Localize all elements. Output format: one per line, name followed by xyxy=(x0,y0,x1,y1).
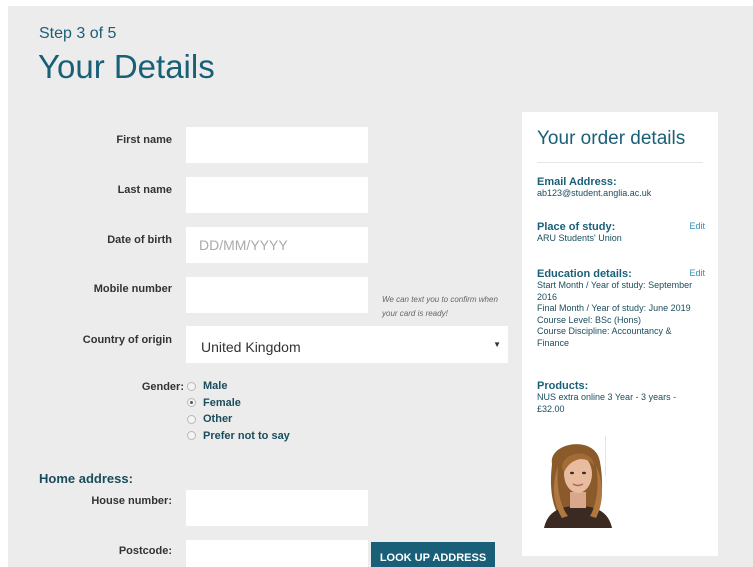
radio-checked-icon xyxy=(187,398,196,408)
order-place-section: Place of study: Edit ARU Students' Union xyxy=(537,221,705,245)
edit-education-link[interactable]: Edit xyxy=(689,268,705,278)
gender-option-label: Prefer not to say xyxy=(203,429,290,442)
order-education-section: Education details: Edit Start Month / Ye… xyxy=(537,268,705,349)
gender-option-other[interactable]: Other xyxy=(187,411,290,428)
email-heading: Email Address: xyxy=(537,176,617,188)
date-of-birth-label: Date of birth xyxy=(107,234,172,246)
home-address-heading: Home address: xyxy=(39,471,133,486)
education-level: Course Level: BSc (Hons) xyxy=(537,314,642,325)
first-name-input[interactable] xyxy=(186,127,368,163)
last-name-input[interactable] xyxy=(186,177,368,213)
order-products-section: Products: NUS extra online 3 Year - 3 ye… xyxy=(537,380,705,415)
edit-place-of-study-link[interactable]: Edit xyxy=(689,221,705,231)
gender-option-label: Female xyxy=(203,396,241,409)
dropdown-arrow-icon: ▼ xyxy=(493,340,501,349)
gender-radio-group: Male Female Other Prefer not to say xyxy=(187,378,290,444)
country-of-origin-label: Country of origin xyxy=(82,334,172,346)
place-of-study-value: ARU Students' Union xyxy=(537,233,622,243)
order-email-section: Email Address: ab123@student.anglia.ac.u… xyxy=(537,176,705,200)
look-up-address-button[interactable]: LOOK UP ADDRESS xyxy=(371,542,495,567)
mobile-number-input[interactable] xyxy=(186,277,368,313)
country-select[interactable]: United Kingdom ▼ xyxy=(186,326,508,363)
education-discipline: Course Discipline: Accountancy & Finance xyxy=(537,326,672,348)
divider xyxy=(537,162,703,163)
order-details-title: Your order details xyxy=(537,128,686,149)
radio-icon xyxy=(187,414,196,424)
education-start: Start Month / Year of study: September 2… xyxy=(537,280,693,302)
postcode-label: Postcode: xyxy=(118,545,172,557)
email-value: ab123@student.anglia.ac.uk xyxy=(537,188,652,198)
order-details-panel: Your order details Email Address: ab123@… xyxy=(522,112,718,556)
radio-icon xyxy=(187,431,196,441)
postcode-input[interactable] xyxy=(186,540,368,567)
place-of-study-heading: Place of study: xyxy=(537,221,616,233)
mobile-number-label: Mobile number xyxy=(93,283,172,295)
page-title: Your Details xyxy=(38,48,215,85)
step-indicator: Step 3 of 5 xyxy=(39,25,117,42)
products-value: NUS extra online 3 Year - 3 years - £32.… xyxy=(537,392,677,414)
mobile-hint: We can text you to confirm when your car… xyxy=(382,295,498,318)
first-name-label: First name xyxy=(116,134,172,146)
house-number-input[interactable] xyxy=(186,490,368,526)
products-heading: Products: xyxy=(537,380,589,392)
gender-option-male[interactable]: Male xyxy=(187,378,290,395)
last-name-label: Last name xyxy=(117,184,172,196)
gender-option-label: Other xyxy=(203,413,233,426)
gender-option-prefer-not-to-say[interactable]: Prefer not to say xyxy=(187,428,290,445)
gender-label: Gender: xyxy=(141,381,184,393)
radio-icon xyxy=(187,381,196,391)
gender-option-female[interactable]: Female xyxy=(187,395,290,412)
gender-option-label: Male xyxy=(203,380,228,393)
education-final: Final Month / Year of study: June 2019 xyxy=(537,303,691,313)
country-select-value: United Kingdom xyxy=(201,339,301,355)
education-heading: Education details: xyxy=(537,268,632,280)
house-number-label: House number: xyxy=(91,495,172,507)
date-of-birth-input[interactable] xyxy=(186,227,368,263)
profile-photo xyxy=(538,436,618,528)
page-background: Step 3 of 5 Your Details First name Last… xyxy=(8,6,753,567)
